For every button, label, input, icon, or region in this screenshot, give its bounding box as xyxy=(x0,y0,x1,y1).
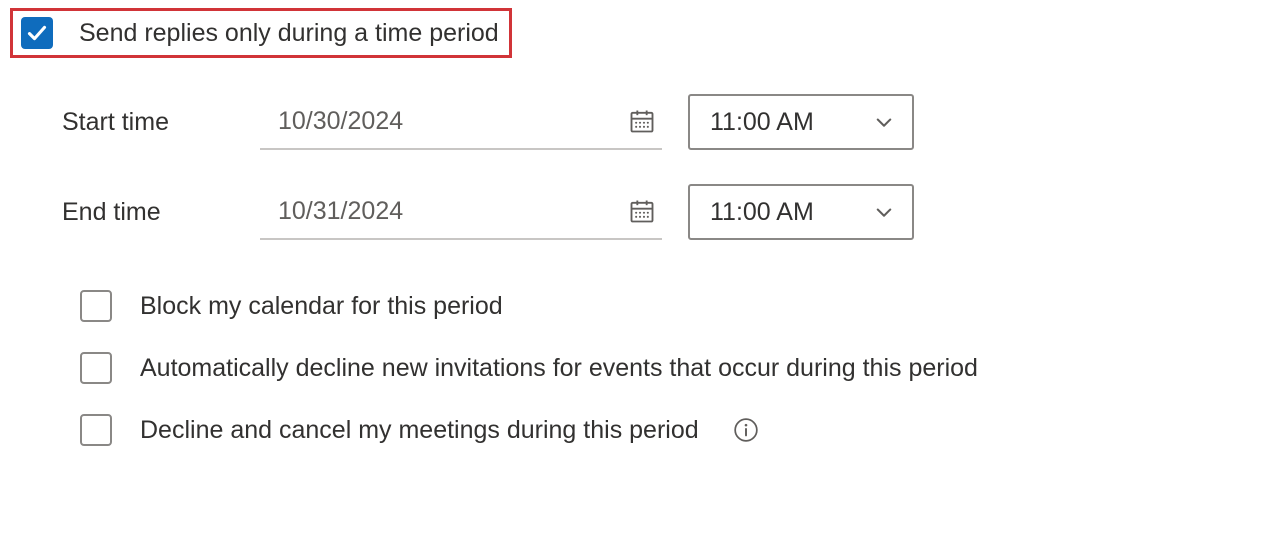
end-time-value: 11:00 AM xyxy=(710,198,814,227)
send-replies-label: Send replies only during a time period xyxy=(79,19,499,48)
start-time-label: Start time xyxy=(62,108,260,137)
time-period-section: Start time 10/30/2024 11:00 AM xyxy=(10,94,1277,240)
start-time-row: Start time 10/30/2024 11:00 AM xyxy=(62,94,1277,150)
calendar-icon xyxy=(628,107,656,135)
info-icon[interactable] xyxy=(733,417,759,443)
end-date-input[interactable]: 10/31/2024 xyxy=(260,184,662,240)
start-date-input[interactable]: 10/30/2024 xyxy=(260,94,662,150)
calendar-icon xyxy=(628,197,656,225)
block-calendar-checkbox[interactable] xyxy=(80,290,112,322)
checkmark-icon xyxy=(27,23,47,43)
decline-cancel-checkbox[interactable] xyxy=(80,414,112,446)
start-date-value: 10/30/2024 xyxy=(278,107,403,136)
end-time-dropdown[interactable]: 11:00 AM xyxy=(688,184,914,240)
chevron-down-icon xyxy=(874,112,894,132)
auto-decline-checkbox[interactable] xyxy=(80,352,112,384)
auto-decline-label: Automatically decline new invitations fo… xyxy=(140,354,978,383)
start-time-value: 11:00 AM xyxy=(710,108,814,137)
block-calendar-row: Block my calendar for this period xyxy=(80,290,1277,322)
auto-decline-row: Automatically decline new invitations fo… xyxy=(80,352,1277,384)
block-calendar-label: Block my calendar for this period xyxy=(140,292,503,321)
start-time-dropdown[interactable]: 11:00 AM xyxy=(688,94,914,150)
chevron-down-icon xyxy=(874,202,894,222)
end-time-row: End time 10/31/2024 11:00 AM xyxy=(62,184,1277,240)
end-date-value: 10/31/2024 xyxy=(278,197,403,226)
decline-cancel-row: Decline and cancel my meetings during th… xyxy=(80,414,1277,446)
send-replies-checkbox[interactable] xyxy=(21,17,53,49)
send-replies-highlight: Send replies only during a time period xyxy=(10,8,512,58)
decline-cancel-label: Decline and cancel my meetings during th… xyxy=(140,416,699,445)
options-section: Block my calendar for this period Automa… xyxy=(10,290,1277,446)
end-time-label: End time xyxy=(62,198,260,227)
